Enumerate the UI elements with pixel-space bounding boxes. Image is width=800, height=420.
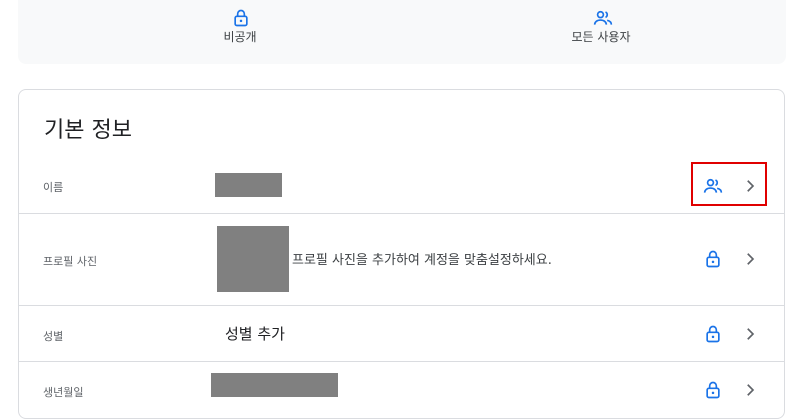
lock-icon bbox=[234, 9, 248, 27]
visibility-public-label: 모든 사용자 bbox=[571, 30, 631, 44]
name-value-redacted bbox=[215, 173, 282, 197]
row-name[interactable]: 이름 bbox=[19, 158, 784, 214]
lock-icon bbox=[706, 381, 720, 399]
highlight-box bbox=[691, 162, 767, 206]
birthday-value-redacted bbox=[211, 373, 338, 397]
row-name-label: 이름 bbox=[43, 181, 64, 194]
row-birthday-label: 생년월일 bbox=[43, 386, 84, 399]
profile-photo-hint: 프로필 사진을 추가하여 계정을 맞춤설정하세요. bbox=[292, 253, 552, 268]
profile-photo-redacted bbox=[217, 226, 289, 292]
visibility-card: 비공개 모든 사용자 bbox=[18, 0, 786, 64]
row-profile-photo-label: 프로필 사진 bbox=[43, 255, 98, 268]
row-gender[interactable]: 성별 성별 추가 bbox=[19, 306, 784, 362]
basic-info-card: 기본 정보 이름 프로필 사진 프로필 사진을 추가하여 계정을 맞춤설정하세요… bbox=[18, 89, 785, 419]
lock-icon bbox=[706, 325, 720, 343]
basic-info-title: 기본 정보 bbox=[44, 118, 132, 143]
chevron-right-icon bbox=[747, 384, 755, 396]
row-profile-photo[interactable]: 프로필 사진 프로필 사진을 추가하여 계정을 맞춤설정하세요. bbox=[19, 214, 784, 306]
gender-value: 성별 추가 bbox=[225, 325, 285, 343]
chevron-right-icon bbox=[747, 328, 755, 340]
chevron-right-icon bbox=[747, 253, 755, 265]
row-birthday[interactable]: 생년월일 bbox=[19, 362, 784, 420]
visibility-private-label: 비공개 bbox=[223, 30, 257, 44]
people-icon bbox=[593, 10, 613, 25]
lock-icon bbox=[706, 250, 720, 268]
row-gender-label: 성별 bbox=[43, 330, 64, 343]
